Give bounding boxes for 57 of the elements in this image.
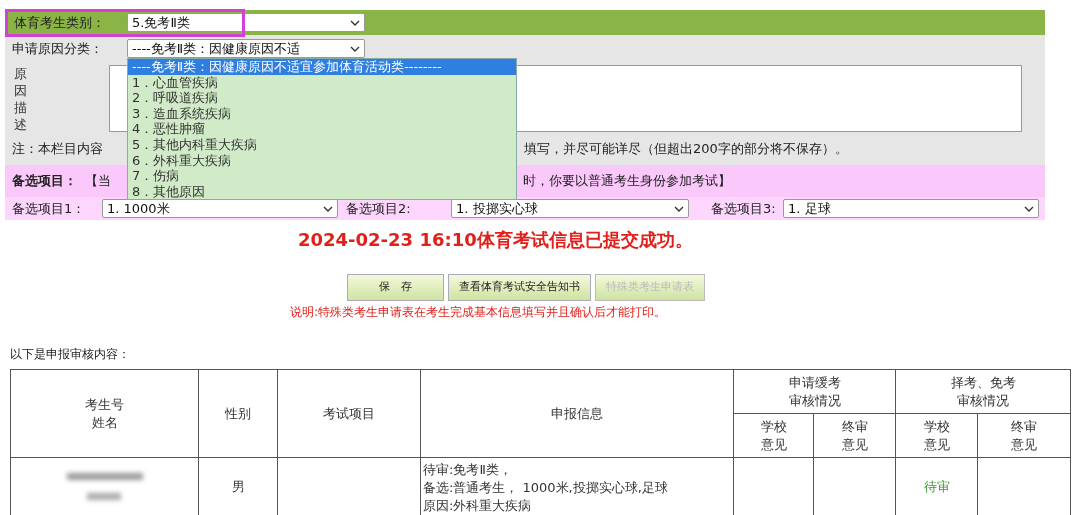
column-header: 申请缓考 [787,373,842,392]
field-label: 备选项目1： [12,199,87,218]
section-title: 以下是申报审核内容： [10,346,131,363]
field-label: 备选项目2: [346,199,412,218]
explanation-text: 说明:特殊类考生申请表在考生完成基本信息填写并且确认后才能打印。 [290,304,668,321]
dropdown-option[interactable]: 4．恶性肿瘤 [128,121,516,137]
caret-icon [350,19,360,26]
caret-icon [1024,205,1034,212]
button[interactable]: 保 存 [347,274,444,301]
note-text: 填写，并尽可能详尽（但超出200字的部分将不保存）。 [524,139,848,158]
status-text: 待审 [923,478,950,494]
dropdown-option[interactable]: 7．伤病 [128,168,516,184]
select-field[interactable]: 5.免考Ⅱ类 [127,13,365,32]
button[interactable]: 查看体育考试安全告知书 [448,274,591,301]
caret-icon [674,205,684,212]
column-header: 终审 [840,417,869,436]
column-header: 申报信息 [550,404,604,423]
select-field[interactable]: ----免考Ⅱ类：因健康原因不适 [127,39,365,59]
column-header: 审核情况 [956,391,1010,410]
section-title: 备选项目： [12,172,77,191]
table-cell: 男 [231,478,245,494]
select-field[interactable]: 1. 1000米 [102,199,338,218]
caret-icon [350,45,360,52]
dropdown-option[interactable]: ----免考Ⅱ类：因健康原因不适宜参加体育活动类-------- [128,59,516,75]
table-cell-text: 备选:普通考生， 1000米,投掷实心球,足球 [423,479,669,497]
note-text: 注：本栏目内容 [12,139,103,158]
caret-icon [323,205,333,212]
column-header: 考生号 [84,395,125,414]
select-field[interactable]: 1. 投掷实心球 [451,199,689,218]
column-header: 考试项目 [322,404,376,423]
notice-text: 时，你要以普通考生身份参加考试】 [523,172,731,191]
field-label: 申请原因分类： [12,40,104,58]
dropdown-option[interactable]: 1．心血管疾病 [128,74,516,91]
column-header: 审核情况 [787,391,842,410]
field-label: 原因描述 [14,64,27,133]
table-cell-text: 原因:外科重大疾病 [423,497,533,515]
field-label: 备选项目3: [711,199,777,218]
notice-text: 【当 [85,172,111,191]
table-cell-text: 待审:免考Ⅱ类， [423,461,513,479]
dropdown-option[interactable]: 2．呼吸道疾病 [128,90,516,106]
dropdown-option[interactable]: 5．其他内科重大疾病 [128,136,516,153]
column-header: 意见 [922,435,951,454]
dropdown-option[interactable]: 8．其他原因 [128,183,516,200]
column-header: 性别 [224,404,252,423]
dropdown-option[interactable]: 6．外科重大疾病 [128,152,516,169]
success-message: 2024-02-23 16:10体育考试信息已提交成功。 [298,228,694,252]
column-header: 意见 [840,435,869,454]
field-label: 体育考生类别： [13,13,106,32]
column-header: 意见 [1010,435,1038,454]
column-header: 终审 [1010,417,1038,436]
select-field[interactable]: 1. 足球 [783,199,1039,218]
column-header: 姓名 [90,413,119,432]
column-header: 意见 [759,435,788,454]
column-header: 择考、免考 [949,373,1017,392]
column-header: 学校 [759,417,788,436]
dropdown-option[interactable]: 3．造血系统疾病 [128,105,516,122]
column-header: 学校 [922,417,951,436]
